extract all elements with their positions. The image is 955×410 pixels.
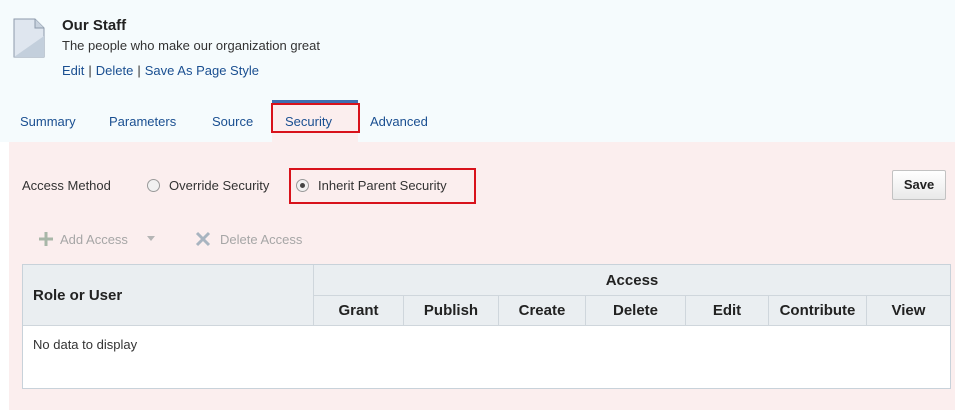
- create-header[interactable]: Create: [499, 296, 586, 326]
- publish-header[interactable]: Publish: [404, 296, 499, 326]
- save-as-page-style-link[interactable]: Save As Page Style: [145, 63, 259, 78]
- delete-icon: [195, 231, 211, 247]
- page-subtitle: The people who make our organization gre…: [62, 38, 320, 53]
- edit-header[interactable]: Edit: [686, 296, 769, 326]
- action-separator: |: [137, 63, 141, 78]
- delete-header[interactable]: Delete: [586, 296, 686, 326]
- tab-source[interactable]: Source: [212, 114, 253, 129]
- tab-bar: Summary Parameters Source Advanced: [0, 100, 955, 142]
- page-title: Our Staff: [62, 17, 127, 34]
- access-method-label: Access Method: [22, 178, 111, 193]
- tab-summary[interactable]: Summary: [20, 114, 76, 129]
- view-header[interactable]: View: [867, 296, 950, 326]
- add-icon: [39, 232, 53, 246]
- save-button[interactable]: Save: [892, 170, 946, 200]
- override-security-label[interactable]: Override Security: [169, 178, 269, 193]
- override-security-radio[interactable]: [147, 179, 160, 192]
- grant-header[interactable]: Grant: [314, 296, 404, 326]
- action-separator: |: [88, 63, 92, 78]
- inherit-highlight-box: [289, 168, 476, 204]
- page-icon: [13, 18, 45, 58]
- role-or-user-header[interactable]: Role or User: [23, 265, 314, 326]
- add-access-button[interactable]: Add Access: [60, 232, 128, 247]
- tab-advanced[interactable]: Advanced: [370, 114, 428, 129]
- chevron-down-icon[interactable]: [147, 236, 155, 242]
- access-table: Role or User Access Grant Publish Create…: [22, 264, 951, 389]
- empty-table-message: No data to display: [33, 337, 138, 352]
- tab-highlight-box: [271, 103, 360, 133]
- tab-parameters[interactable]: Parameters: [109, 114, 176, 129]
- access-group-header: Access: [314, 265, 950, 296]
- delete-access-button[interactable]: Delete Access: [220, 232, 302, 247]
- delete-link[interactable]: Delete: [96, 63, 134, 78]
- page-actions: Edit | Delete | Save As Page Style: [62, 63, 259, 78]
- contribute-header[interactable]: Contribute: [769, 296, 867, 326]
- edit-link[interactable]: Edit: [62, 63, 84, 78]
